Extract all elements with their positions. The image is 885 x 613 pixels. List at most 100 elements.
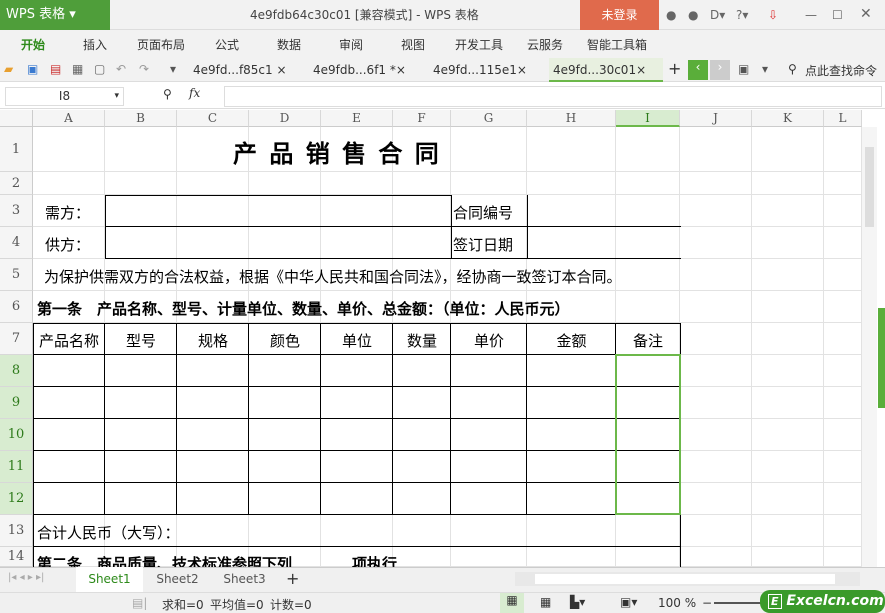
row-header-6[interactable]: 6 (0, 291, 33, 323)
page-view-icon[interactable]: ▙▾ (570, 595, 585, 609)
menu-smart-tools[interactable]: 智能工具箱 (587, 36, 647, 53)
row-header-11[interactable]: 11 (0, 451, 33, 483)
cell-border (33, 323, 681, 324)
status-doc-icon: ▤| (132, 596, 148, 610)
menu-home[interactable]: 开始 (21, 36, 45, 53)
menu-page-layout[interactable]: 页面布局 (137, 36, 185, 53)
d-icon[interactable]: D▾ (710, 8, 725, 22)
column-header-I[interactable]: I (616, 110, 680, 127)
login-button[interactable]: 未登录 (580, 0, 659, 30)
wps-menu-button[interactable]: WPS 表格 ▾ (0, 0, 110, 30)
row-header-13[interactable]: 13 (0, 515, 33, 547)
contract-title: 产 品 销 售 合 同 (233, 140, 441, 168)
close-icon[interactable]: ✕ (860, 6, 872, 22)
doc-tab[interactable]: 4e9fdb...6f1 *× (309, 58, 427, 82)
help-icon[interactable]: ?▾ (736, 8, 748, 22)
row-header-10[interactable]: 10 (0, 419, 33, 451)
cell-border (527, 195, 528, 259)
normal-view-icon[interactable]: ▦ (500, 593, 524, 613)
side-panel-toggle[interactable] (878, 308, 885, 408)
formula-input[interactable] (224, 86, 882, 107)
status-average: 平均值=0 (210, 598, 264, 612)
row-header-4[interactable]: 4 (0, 227, 33, 259)
open-icon[interactable]: ▰ (4, 62, 13, 76)
row-header-3[interactable]: 3 (0, 195, 33, 227)
sheet-tab[interactable]: Sheet3 (212, 567, 277, 592)
window-title: 4e9fdb64c30c01 [兼容模式] - WPS 表格 (250, 8, 479, 22)
gridline (33, 290, 862, 291)
menu-insert[interactable]: 插入 (83, 36, 107, 53)
menu-review[interactable]: 审阅 (339, 36, 363, 53)
save-icon[interactable]: ▣ (27, 62, 38, 76)
tab-prev-icon[interactable]: ‹ (688, 60, 708, 80)
column-header-D[interactable]: D (249, 110, 321, 127)
row-header-2[interactable]: 2 (0, 172, 33, 195)
app-logo: WPS 表格 (6, 7, 66, 22)
column-header-C[interactable]: C (177, 110, 249, 127)
menu-developer[interactable]: 开发工具 (455, 36, 503, 53)
cell-border (392, 323, 393, 515)
skin-icon[interactable]: ● (666, 8, 676, 22)
row-header-12[interactable]: 12 (0, 483, 33, 515)
menu-view[interactable]: 视图 (401, 36, 425, 53)
download-icon[interactable]: ⇩ (768, 8, 778, 22)
maximize-icon[interactable]: ☐ (832, 8, 843, 22)
sheet-nav-icon[interactable]: |◂ ◂ ▸ ▸| (8, 572, 44, 583)
column-header-E[interactable]: E (321, 110, 393, 127)
doc-tab-active[interactable]: 4e9fd...30c01× (549, 58, 663, 82)
pin-icon[interactable]: ▾ (762, 62, 768, 76)
column-header-B[interactable]: B (105, 110, 177, 127)
column-header-L[interactable]: L (824, 110, 862, 127)
menu-data[interactable]: 数据 (277, 36, 301, 53)
row-header-1[interactable]: 1 (0, 127, 33, 172)
redo-icon[interactable]: ↷ (139, 62, 149, 76)
cell-border (33, 418, 681, 419)
row-header-5[interactable]: 5 (0, 259, 33, 291)
new-tab-icon[interactable]: + (668, 59, 681, 78)
column-header-K[interactable]: K (752, 110, 824, 127)
column-header-F[interactable]: F (393, 110, 451, 127)
eye-protect-icon[interactable]: ▣▾ (620, 595, 637, 609)
preview-icon[interactable]: ▢ (94, 62, 105, 76)
table-header-cell: 单位 (341, 332, 372, 350)
column-header-H[interactable]: H (527, 110, 616, 127)
name-box[interactable]: I8 ▾ (5, 87, 124, 106)
screen-icon[interactable]: ▣ (738, 62, 749, 76)
settings-icon[interactable]: ● (688, 8, 698, 22)
doc-tab[interactable]: 4e9fd...115e1× (429, 58, 547, 82)
search-command[interactable]: 点此查找命令 (805, 62, 877, 79)
minimize-icon[interactable]: — (805, 8, 817, 22)
column-header-A[interactable]: A (33, 110, 105, 127)
table-header-cell: 数量 (406, 332, 437, 350)
print-icon[interactable]: ▦ (72, 62, 83, 76)
sheet-tab[interactable]: Sheet2 (145, 567, 210, 592)
search-icon[interactable]: ⚲ (788, 62, 797, 76)
tab-next-icon[interactable]: › (710, 60, 730, 80)
row-header-8[interactable]: 8 (0, 355, 33, 387)
column-header-J[interactable]: J (680, 110, 752, 127)
zoom-formula-icon[interactable]: ⚲ (163, 87, 172, 101)
page-break-view-icon[interactable]: ▦ (540, 595, 551, 609)
column-header-G[interactable]: G (451, 110, 527, 127)
add-sheet-icon[interactable]: + (286, 569, 299, 588)
label-supplier: 供方： (45, 236, 91, 254)
vertical-scrollbar[interactable] (862, 127, 877, 567)
row-header-9[interactable]: 9 (0, 387, 33, 419)
fx-icon[interactable]: fx (189, 86, 200, 100)
zoom-slider[interactable] (714, 602, 764, 604)
row-header-14[interactable]: 14 (0, 547, 33, 567)
more-dropdown-icon[interactable]: ▾ (170, 62, 176, 76)
selected-cell-I8[interactable] (615, 354, 681, 515)
undo-icon[interactable]: ↶ (116, 62, 126, 76)
cell-border (33, 354, 681, 355)
row-header-7[interactable]: 7 (0, 323, 33, 355)
pdf-icon[interactable]: ▤ (50, 62, 61, 76)
menu-formula[interactable]: 公式 (215, 36, 239, 53)
menu-cloud[interactable]: 云服务 (527, 36, 563, 53)
zoom-out-icon[interactable]: − (702, 596, 712, 610)
select-all-corner[interactable] (0, 110, 33, 127)
sheet-tab-active[interactable]: Sheet1 (76, 567, 143, 592)
doc-tab[interactable]: 4e9fd...f85c1 × (189, 58, 307, 82)
gridline (751, 127, 752, 567)
horizontal-scrollbar[interactable] (515, 572, 860, 586)
